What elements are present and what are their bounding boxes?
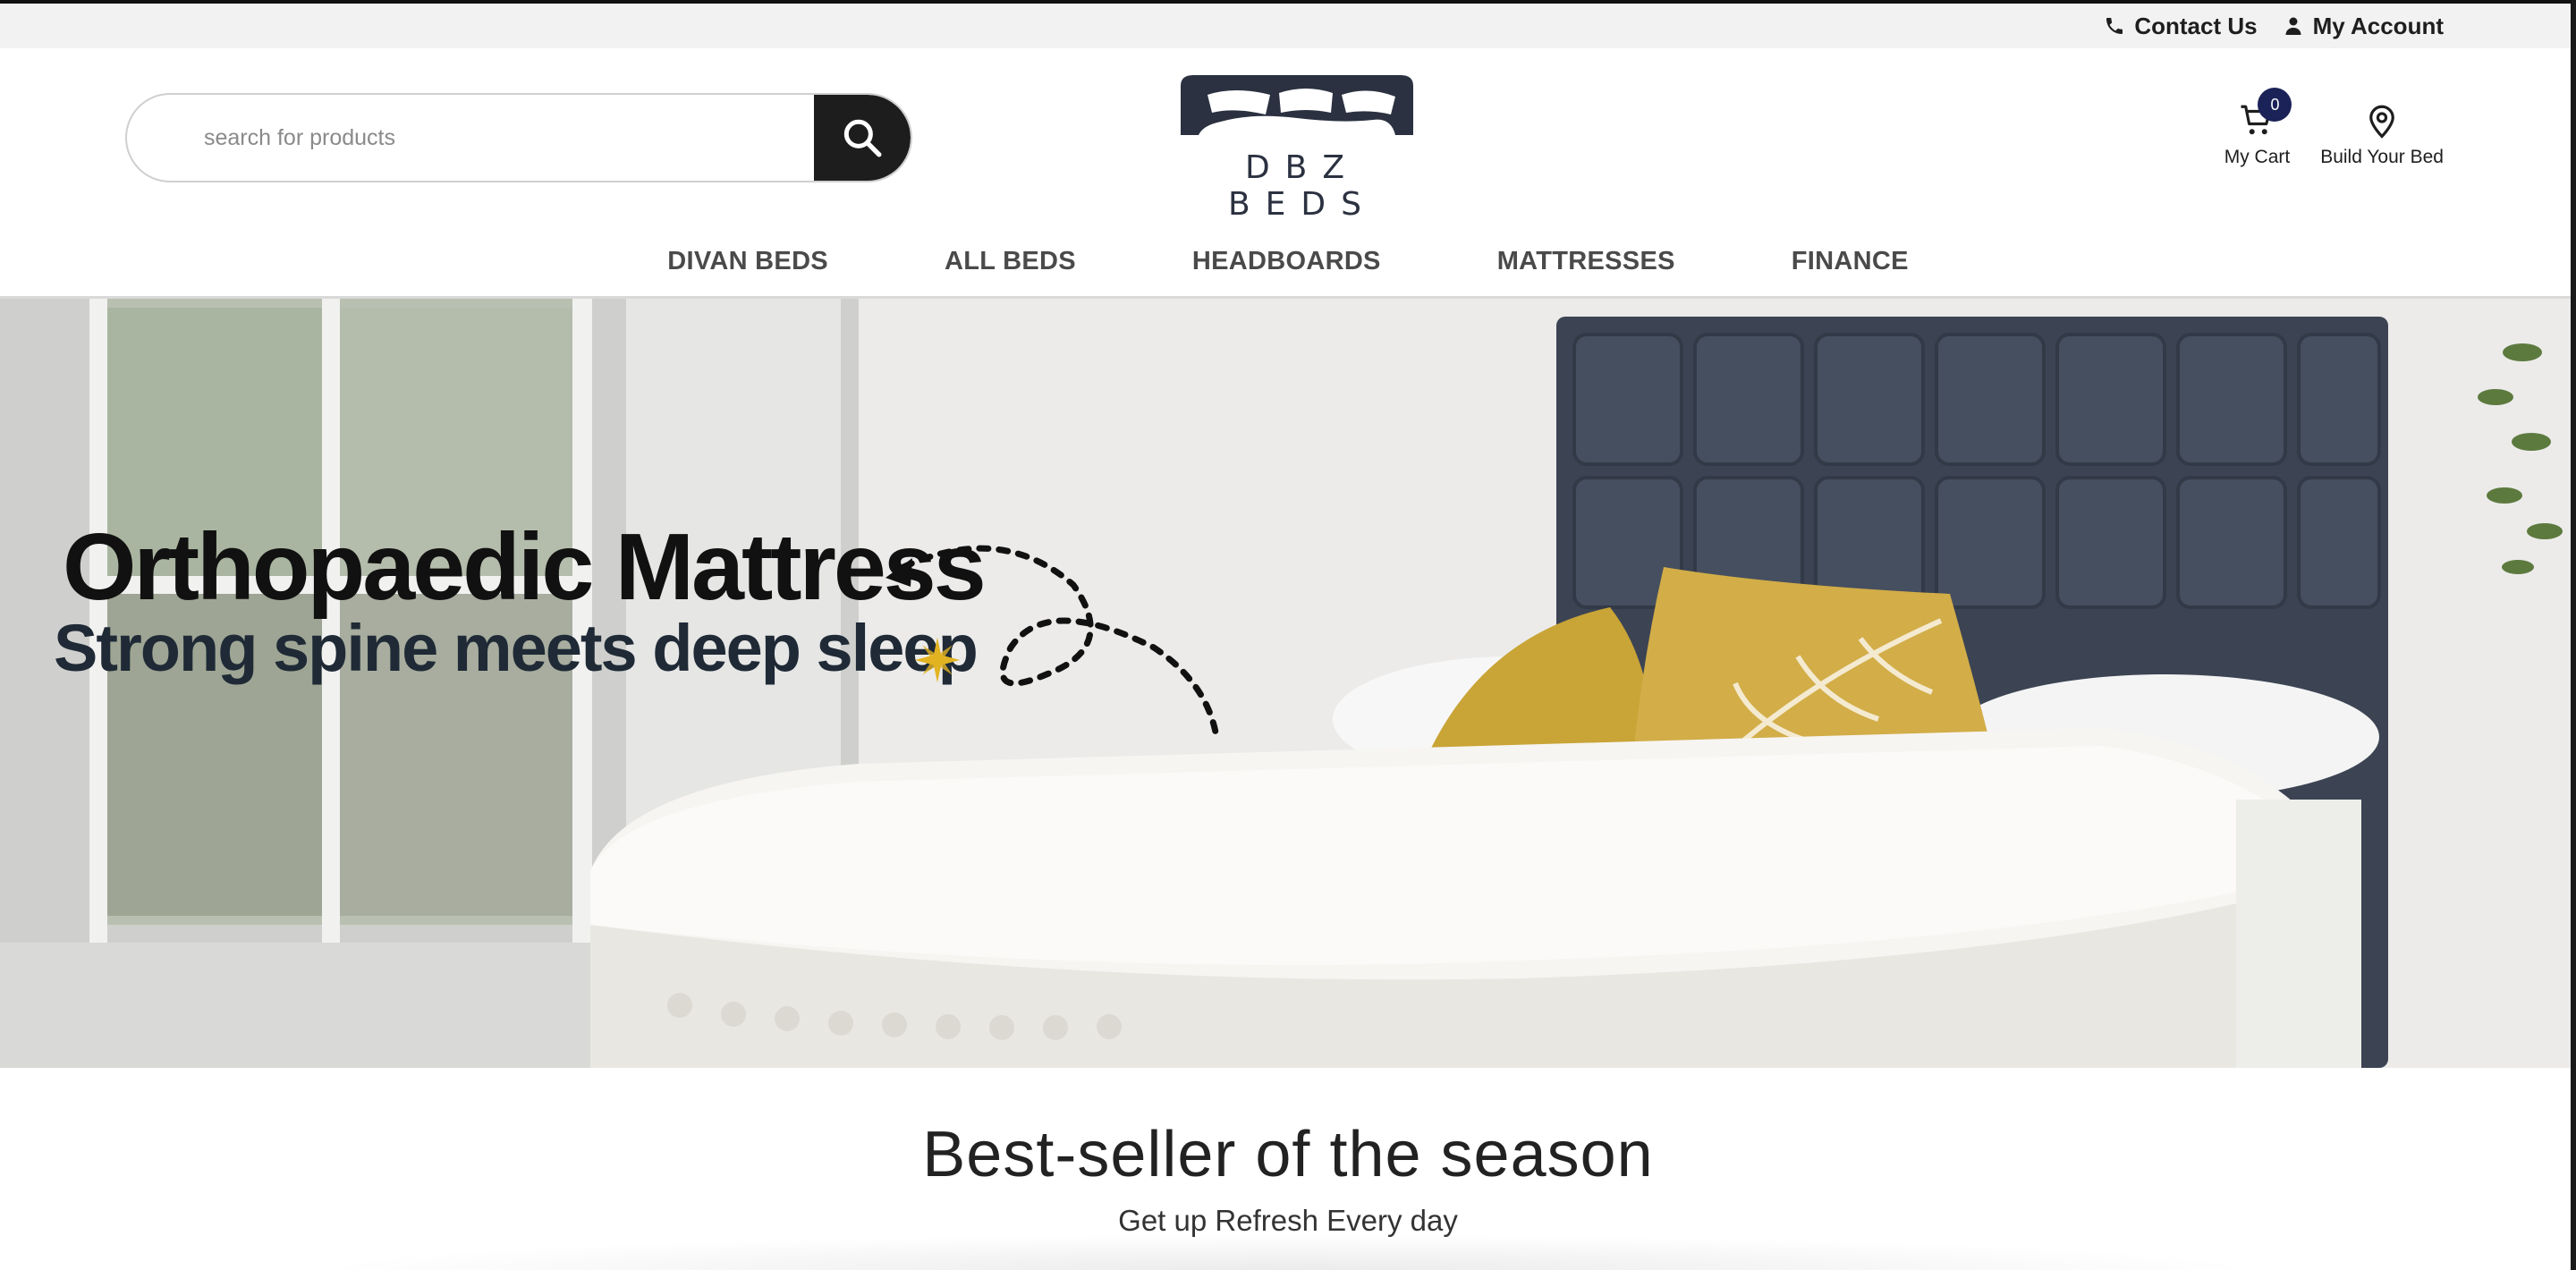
search-input[interactable] <box>127 95 814 181</box>
my-account-link[interactable]: My Account <box>2283 13 2444 40</box>
hero-title: Orthopaedic Mattress <box>63 514 987 620</box>
nav-list: DIVAN BEDS ALL BEDS HEADBOARDS MATTRESSE… <box>667 247 1909 276</box>
main-nav: DIVAN BEDS ALL BEDS HEADBOARDS MATTRESSE… <box>0 227 2576 299</box>
header-actions: 0 My Cart Build Your Bed <box>2224 88 2444 168</box>
topbar-links: Contact Us My Account <box>2104 7 2444 45</box>
logo-text: DBZ BEDS <box>1227 149 1377 223</box>
my-cart-label: My Cart <box>2224 147 2291 167</box>
card-row-shadow <box>304 1234 2272 1270</box>
cart-count-badge: 0 <box>2258 88 2292 122</box>
build-your-bed-label: Build Your Bed <box>2320 147 2444 167</box>
build-your-bed-button[interactable]: Build Your Bed <box>2320 98 2444 168</box>
bestseller-section: Best-seller of the season Get up Refresh… <box>0 1068 2576 1270</box>
contact-us-link[interactable]: Contact Us <box>2104 12 2258 40</box>
nav-item-all-beds[interactable]: ALL BEDS <box>945 247 1076 276</box>
hero-subtitle: Strong spine meets deep sleep <box>54 611 979 685</box>
window-edge <box>2571 0 2576 1270</box>
bestseller-title: Best-seller of the season <box>922 1119 1654 1190</box>
top-utility-bar: Contact Us My Account <box>0 0 2576 48</box>
cart-icon-wrap: 0 <box>2234 88 2292 143</box>
location-pin-icon <box>2369 105 2394 139</box>
search-bar <box>125 93 912 182</box>
bestseller-subtitle: Get up Refresh Every day <box>1118 1204 1458 1237</box>
contact-us-label: Contact Us <box>2134 12 2258 39</box>
phone-icon <box>2106 18 2123 34</box>
search-icon <box>843 119 882 157</box>
nav-item-headboards[interactable]: HEADBOARDS <box>1192 247 1381 276</box>
my-account-label: My Account <box>2312 12 2444 39</box>
bed-logo-icon <box>1181 75 1413 135</box>
my-cart-button[interactable]: 0 My Cart <box>2224 88 2292 168</box>
nav-item-mattresses[interactable]: MATTRESSES <box>1497 247 1675 276</box>
user-icon <box>2285 17 2301 35</box>
site-header: DBZ BEDS 0 My Cart Build Your Bed <box>0 48 2576 227</box>
hero-banner[interactable]: Orthopaedic Mattress Strong spine meets … <box>0 299 2576 1068</box>
search-button[interactable] <box>814 95 911 181</box>
site-logo[interactable]: DBZ BEDS <box>1167 68 1427 223</box>
location-icon-wrap <box>2360 98 2404 143</box>
nav-item-divan-beds[interactable]: DIVAN BEDS <box>667 247 828 276</box>
sparkle-icon <box>914 637 961 683</box>
nav-item-finance[interactable]: FINANCE <box>1792 247 1909 276</box>
